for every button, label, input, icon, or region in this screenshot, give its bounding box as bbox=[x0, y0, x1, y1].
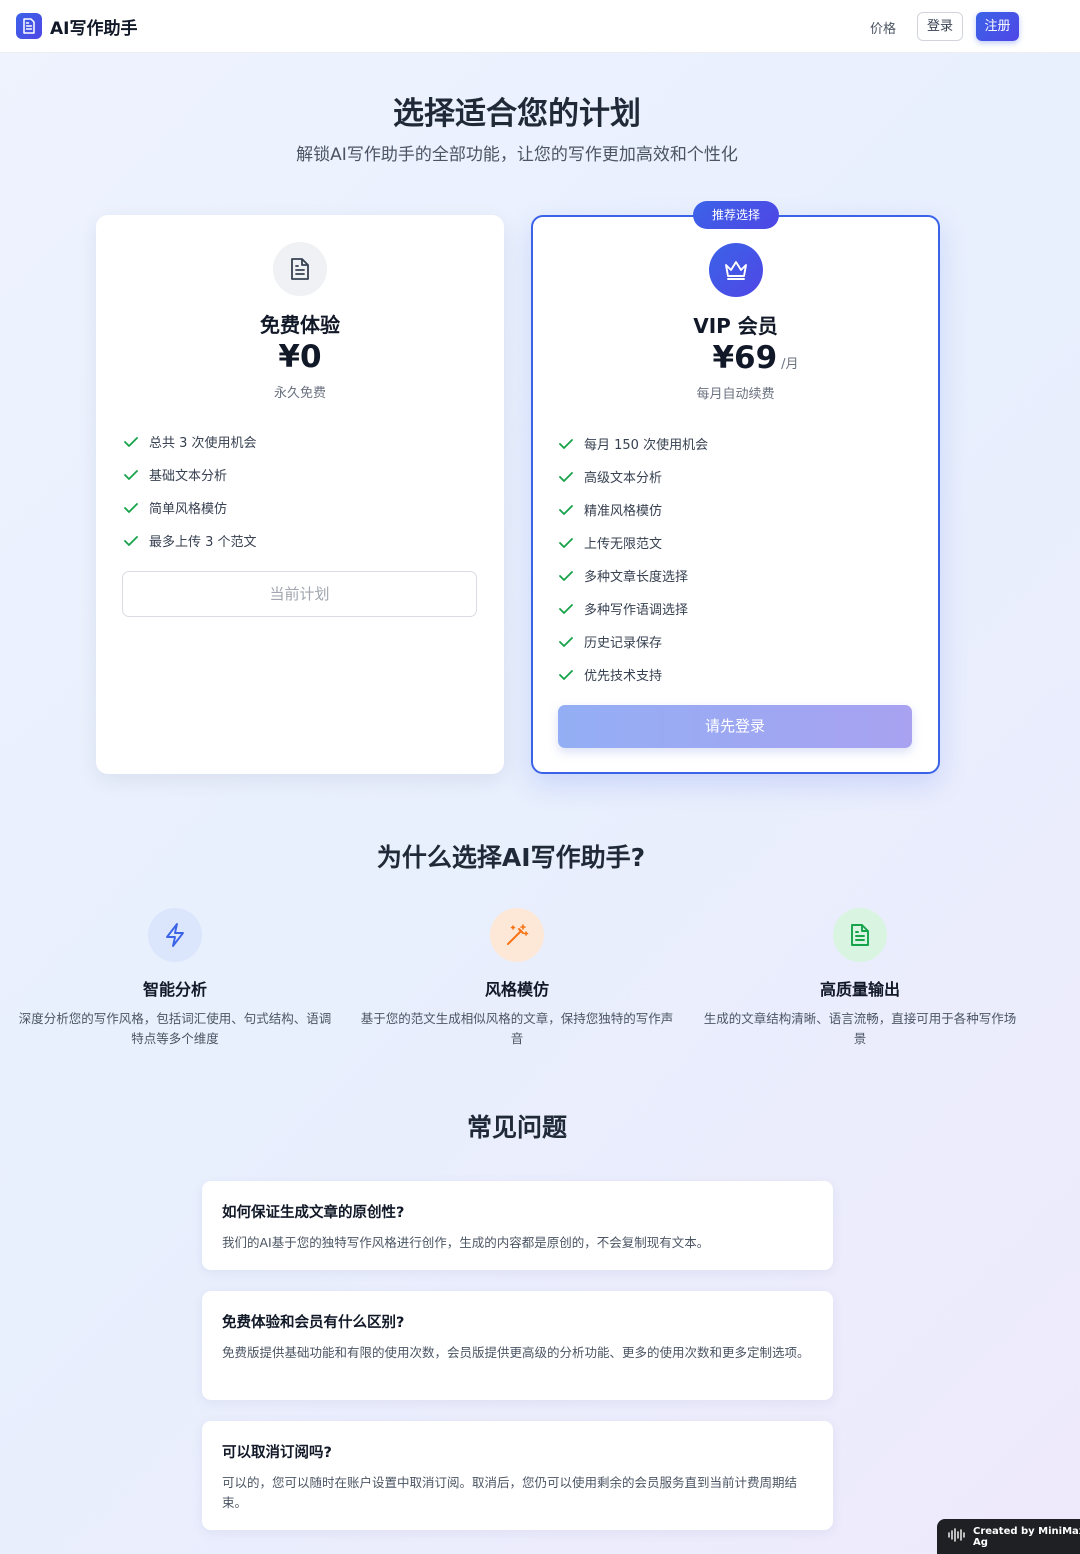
faq-question: 可以取消订阅吗? bbox=[222, 1445, 332, 1461]
plan-name: 免费体验 bbox=[260, 313, 340, 337]
check-icon bbox=[123, 500, 139, 516]
plan-price-row: ¥0 bbox=[96, 339, 504, 375]
plan-price: ¥69 bbox=[712, 340, 778, 376]
feature-item: 基础文本分析 bbox=[123, 458, 257, 491]
feature-label: 高级文本分析 bbox=[584, 471, 663, 486]
check-icon bbox=[558, 667, 574, 683]
why-item-name: 智能分析 bbox=[142, 980, 207, 999]
crown-icon bbox=[709, 243, 763, 297]
faq-item: 如何保证生成文章的原创性? 我们的AI基于您的独特写作风格进行创作，生成的内容都… bbox=[202, 1181, 833, 1270]
feature-label: 简单风格模仿 bbox=[149, 502, 228, 517]
feature-item: 简单风格模仿 bbox=[123, 491, 257, 524]
why-item-name: 风格模仿 bbox=[484, 980, 549, 999]
login-first-button[interactable]: 请先登录 bbox=[558, 705, 912, 748]
nav-link-pricing[interactable]: 价格 bbox=[870, 18, 896, 37]
plan-note: 每月自动续费 bbox=[696, 387, 775, 402]
check-icon bbox=[558, 469, 574, 485]
feature-item: 上传无限范文 bbox=[558, 526, 708, 559]
plan-price-unit: /月 bbox=[781, 357, 799, 372]
why-item-style: 风格模仿 基于您的范文生成相似风格的文章，保持您独特的写作声音 bbox=[357, 908, 677, 1049]
why-item-name: 高质量输出 bbox=[819, 980, 900, 999]
why-item-analysis: 智能分析 深度分析您的写作风格，包括词汇使用、句式结构、语调特点等多个维度 bbox=[15, 908, 335, 1049]
check-icon bbox=[558, 436, 574, 452]
feature-label: 多种写作语调选择 bbox=[584, 603, 689, 618]
why-item-desc: 基于您的范文生成相似风格的文章，保持您独特的写作声音 bbox=[360, 1011, 674, 1046]
register-button[interactable]: 注册 bbox=[976, 12, 1019, 41]
recommended-badge: 推荐选择 bbox=[693, 201, 779, 229]
check-icon bbox=[558, 601, 574, 617]
waveform-icon bbox=[947, 1528, 967, 1545]
page-title: 选择适合您的计划 bbox=[393, 96, 641, 132]
feature-list: 总共 3 次使用机会 基础文本分析 简单风格模仿 最多上传 3 个范文 bbox=[123, 425, 257, 557]
faq-answer: 我们的AI基于您的独特写作风格进行创作，生成的内容都是原创的，不会复制现有文本。 bbox=[222, 1235, 710, 1250]
feature-label: 总共 3 次使用机会 bbox=[149, 436, 257, 451]
document-icon bbox=[833, 908, 887, 962]
feature-item: 高级文本分析 bbox=[558, 460, 708, 493]
faq-answer: 可以的，您可以随时在账户设置中取消订阅。取消后，您仍可以使用剩余的会员服务直到当… bbox=[222, 1475, 798, 1510]
login-button[interactable]: 登录 bbox=[917, 12, 963, 41]
feature-item: 总共 3 次使用机会 bbox=[123, 425, 257, 458]
check-icon bbox=[558, 502, 574, 518]
feature-label: 最多上传 3 个范文 bbox=[149, 535, 257, 550]
why-item-desc: 深度分析您的写作风格，包括词汇使用、句式结构、语调特点等多个维度 bbox=[18, 1011, 332, 1046]
magic-wand-icon bbox=[490, 908, 544, 962]
faq-question: 如何保证生成文章的原创性? bbox=[222, 1205, 405, 1221]
check-icon bbox=[123, 434, 139, 450]
document-icon bbox=[16, 13, 42, 39]
feature-label: 精准风格模仿 bbox=[584, 504, 663, 519]
plan-card-free: 免费体验 ¥0 永久免费 总共 3 次使用机会 基础文本分析 简单风格模仿 最多… bbox=[96, 215, 504, 774]
current-plan-button[interactable]: 当前计划 bbox=[122, 571, 477, 617]
check-icon bbox=[558, 568, 574, 584]
feature-label: 历史记录保存 bbox=[584, 636, 663, 651]
faq-item: 免费体验和会员有什么区别? 免费版提供基础功能和有限的使用次数，会员版提供更高级… bbox=[202, 1291, 833, 1400]
why-section-title: 为什么选择AI写作助手? bbox=[376, 843, 646, 872]
faq-section-title: 常见问题 bbox=[466, 1113, 567, 1142]
why-item-desc: 生成的文章结构清晰、语言流畅，直接可用于各种写作场景 bbox=[703, 1011, 1017, 1046]
feature-label: 每月 150 次使用机会 bbox=[584, 438, 709, 453]
document-icon bbox=[273, 242, 327, 296]
faq-answer: 免费版提供基础功能和有限的使用次数，会员版提供更高级的分析功能、更多的使用次数和… bbox=[222, 1345, 810, 1360]
page-subtitle: 解锁AI写作助手的全部功能，让您的写作更加高效和个性化 bbox=[296, 145, 738, 165]
check-icon bbox=[558, 535, 574, 551]
feature-item: 精准风格模仿 bbox=[558, 493, 708, 526]
plan-note: 永久免费 bbox=[273, 386, 326, 401]
brand-name: AI写作助手 bbox=[50, 18, 138, 39]
created-by-badge[interactable]: Created by MiniMax Ag bbox=[937, 1519, 1080, 1554]
feature-label: 基础文本分析 bbox=[149, 469, 228, 484]
faq-item: 可以取消订阅吗? 可以的，您可以随时在账户设置中取消订阅。取消后，您仍可以使用剩… bbox=[202, 1421, 833, 1530]
check-icon bbox=[123, 467, 139, 483]
feature-item: 多种文章长度选择 bbox=[558, 559, 708, 592]
feature-label: 多种文章长度选择 bbox=[584, 570, 689, 585]
feature-item: 优先技术支持 bbox=[558, 658, 708, 691]
plan-name: VIP 会员 bbox=[693, 314, 778, 338]
plan-price-row: ¥69 /月 bbox=[553, 340, 958, 376]
created-by-label: Created by MiniMax Ag bbox=[973, 1525, 1080, 1548]
feature-item: 多种写作语调选择 bbox=[558, 592, 708, 625]
plan-price: ¥0 bbox=[278, 339, 322, 375]
check-icon bbox=[123, 533, 139, 549]
feature-list: 每月 150 次使用机会 高级文本分析 精准风格模仿 上传无限范文 多种文章长度… bbox=[558, 427, 708, 691]
plan-card-vip: 推荐选择 VIP 会员 ¥69 /月 每月自动续费 每月 150 次使用机会 高… bbox=[531, 201, 940, 774]
brand[interactable]: AI写作助手 bbox=[16, 13, 137, 39]
feature-item: 最多上传 3 个范文 bbox=[123, 524, 257, 557]
lightning-icon bbox=[148, 908, 202, 962]
feature-label: 优先技术支持 bbox=[584, 669, 663, 684]
feature-item: 每月 150 次使用机会 bbox=[558, 427, 708, 460]
faq-question: 免费体验和会员有什么区别? bbox=[222, 1315, 405, 1331]
feature-label: 上传无限范文 bbox=[584, 537, 663, 552]
check-icon bbox=[558, 634, 574, 650]
top-nav: AI写作助手 价格 登录 注册 bbox=[0, 0, 1080, 53]
feature-item: 历史记录保存 bbox=[558, 625, 708, 658]
why-item-quality: 高质量输出 生成的文章结构清晰、语言流畅，直接可用于各种写作场景 bbox=[700, 908, 1020, 1049]
